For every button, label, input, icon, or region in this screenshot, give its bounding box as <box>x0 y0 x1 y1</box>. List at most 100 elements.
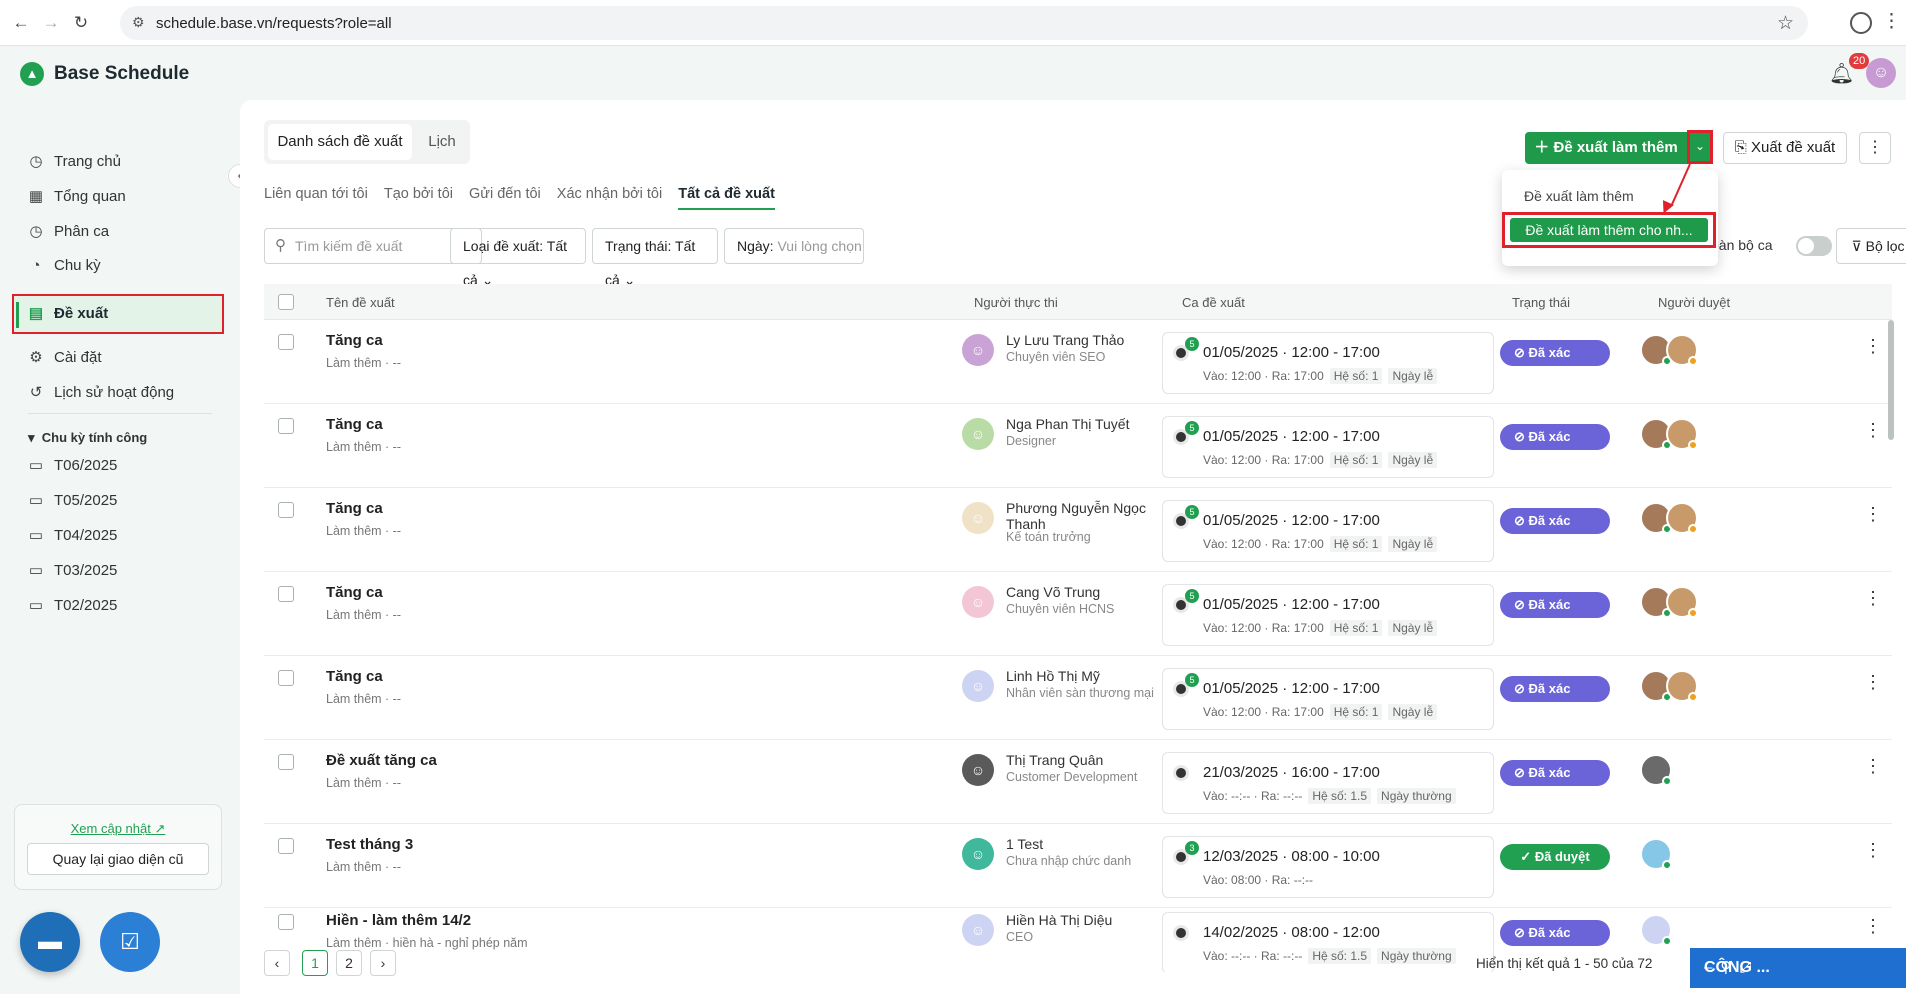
bookmark-star-icon[interactable]: ☆ <box>1777 12 1794 35</box>
address-bar[interactable]: ⚙ schedule.base.vn/requests?role=all ☆ <box>120 6 1808 40</box>
sidebar-item-shifts[interactable]: ◷ Phân ca <box>28 222 109 241</box>
widget-actions-icon[interactable]: –⚲⤢ <box>1704 958 1892 976</box>
table-row[interactable]: Tăng ca Làm thêm · -- ☺ Nga Phan Thị Tuyết D… <box>264 404 1892 488</box>
select-all-checkbox[interactable] <box>278 294 294 310</box>
sidebar-footer: Xem cập nhật ↗ Quay lại giao diện cũ <box>14 804 222 890</box>
row-checkbox[interactable] <box>278 670 294 686</box>
status-badge: ✓ Đã duyệt <box>1500 844 1610 870</box>
page-1[interactable]: 1 <box>302 950 328 976</box>
row-checkbox[interactable] <box>278 334 294 350</box>
table-row[interactable]: Test tháng 3 Làm thêm · -- ☺ 1 Test Chưa nhậ… <box>264 824 1892 908</box>
sidebar-item-label: Chu kỳ <box>54 257 101 274</box>
cong-widget[interactable]: CÔNG ... –⚲⤢ <box>1690 948 1906 988</box>
next-page-icon[interactable]: › <box>370 950 396 976</box>
back-icon[interactable]: ← <box>10 12 32 34</box>
shift-time: 12/03/2025 · 08:00 - 10:00 <box>1203 848 1380 865</box>
request-title[interactable]: Tăng ca <box>326 500 383 517</box>
sidebar-period-item[interactable]: ▭ T03/2025 <box>28 561 117 580</box>
tab-calendar[interactable]: Lịch <box>418 124 466 160</box>
request-title[interactable]: Tăng ca <box>326 584 383 601</box>
sidebar-item-label: Tổng quan <box>54 187 126 205</box>
status-filter-dropdown[interactable]: Trạng thái: Tất cả ⌄ <box>592 228 718 288</box>
request-title[interactable]: Tăng ca <box>326 416 383 433</box>
date-filter-placeholder: Vui lòng chọn <box>777 238 862 254</box>
row-checkbox[interactable] <box>278 914 294 930</box>
site-settings-icon[interactable]: ⚙ <box>132 14 145 31</box>
task-icon[interactable]: ☑ <box>100 912 160 972</box>
chevron-down-icon: ⌄ <box>1694 139 1706 153</box>
request-title[interactable]: Test tháng 3 <box>326 836 413 853</box>
user-avatar[interactable]: ☺ <box>1866 58 1896 88</box>
sidebar-period-item[interactable]: ▭ T02/2025 <box>28 596 118 615</box>
old-ui-button[interactable]: Quay lại giao diện cũ <box>27 843 209 875</box>
tab-list[interactable]: Danh sách đề xuất <box>268 124 412 160</box>
row-more-icon[interactable]: ⋮ <box>1864 756 1882 777</box>
add-overtime-dropdown-toggle[interactable]: ⌄ <box>1687 130 1713 164</box>
request-title[interactable]: Tăng ca <box>326 668 383 685</box>
row-more-icon[interactable]: ⋮ <box>1864 420 1882 441</box>
more-options-icon[interactable]: ⋮ <box>1859 132 1891 164</box>
request-subtitle: Làm thêm · -- <box>326 440 402 454</box>
executor-name: 1 Test <box>1006 836 1044 852</box>
row-checkbox[interactable] <box>278 418 294 434</box>
update-link[interactable]: Xem cập nhật ↗ <box>15 821 221 837</box>
executor-role: Nhân viên sàn thương mại <box>1006 686 1154 700</box>
request-title[interactable]: Đề xuất tăng ca <box>326 752 437 769</box>
sidebar-item-history[interactable]: ↺ Lịch sử hoạt động <box>28 383 174 402</box>
col-approver: Người duyệt <box>1658 295 1731 310</box>
menu-item-overtime-for-others[interactable]: Đề xuất làm thêm cho nh... <box>1510 218 1708 242</box>
row-more-icon[interactable]: ⋮ <box>1864 588 1882 609</box>
sidebar-section-header[interactable]: ▾ Chu kỳ tính công <box>28 430 147 446</box>
tab-sent-to-me[interactable]: Gửi đến tôi <box>469 186 541 210</box>
sidebar-item-requests[interactable]: ▤ Đề xuất <box>28 304 108 323</box>
table-row[interactable]: Tăng ca Làm thêm · -- ☺ Linh Hồ Thị Mỹ Nhân … <box>264 656 1892 740</box>
filter-button[interactable]: ⊽ Bộ lọc <box>1836 228 1906 264</box>
request-title[interactable]: Hiền - làm thêm 14/2 <box>326 912 471 929</box>
export-button[interactable]: ⎘ Xuất đề xuất <box>1723 132 1847 164</box>
table-scrollbar[interactable] <box>1888 320 1894 440</box>
page-2[interactable]: 2 <box>336 950 362 976</box>
shift-card: 14/02/2025 · 08:00 - 12:00 Vào: --:-- · R… <box>1162 912 1494 972</box>
row-checkbox[interactable] <box>278 838 294 854</box>
prev-page-icon[interactable]: ‹ <box>264 950 290 976</box>
sidebar-period-item[interactable]: ▭ T06/2025 <box>28 456 117 475</box>
menu-item-overtime[interactable]: Đề xuất làm thêm <box>1524 188 1634 204</box>
sidebar-item-settings[interactable]: ⚙ Cài đặt <box>28 348 101 367</box>
tab-all-requests[interactable]: Tất cả đề xuất <box>678 186 775 210</box>
chat-icon[interactable]: ▬ <box>20 912 80 972</box>
browser-menu-icon[interactable]: ⋮ <box>1882 10 1901 33</box>
table-row[interactable]: Đề xuất tăng ca Làm thêm · -- ☺ Thị Trang Q… <box>264 740 1892 824</box>
browser-profile-icon[interactable] <box>1850 12 1872 34</box>
shift-coef: Hệ số: 1 <box>1329 452 1383 468</box>
tab-created-by-me[interactable]: Tạo bởi tôi <box>384 186 453 210</box>
sidebar-period-item[interactable]: ▭ T04/2025 <box>28 526 117 545</box>
shift-coef: Hệ số: 1 <box>1329 368 1383 384</box>
row-more-icon[interactable]: ⋮ <box>1864 916 1882 937</box>
sidebar-item-home[interactable]: ◷ Trang chủ <box>28 152 121 171</box>
sidebar-item-cycle[interactable]: ◔ Chu kỳ <box>28 257 101 274</box>
forward-icon[interactable]: → <box>40 12 62 34</box>
row-checkbox[interactable] <box>278 586 294 602</box>
date-filter-input[interactable]: Ngày: Vui lòng chọn <box>724 228 864 264</box>
sidebar-section-label: Chu kỳ tính công <box>41 430 148 445</box>
sidebar-period-item[interactable]: ▭ T05/2025 <box>28 491 117 510</box>
table-row[interactable]: Tăng ca Làm thêm · -- ☺ Ly Lưu Trang Thảo Ch… <box>264 320 1892 404</box>
tab-related[interactable]: Liên quan tới tôi <box>264 186 368 210</box>
tab-confirmed-by-me[interactable]: Xác nhận bởi tôi <box>557 186 662 210</box>
request-title[interactable]: Tăng ca <box>326 332 383 349</box>
period-label: T02/2025 <box>54 596 118 614</box>
shift-detail: Vào: 12:00 · Ra: 17:00 Hệ số: 1 Ngày lễ <box>1203 368 1438 384</box>
row-more-icon[interactable]: ⋮ <box>1864 336 1882 357</box>
sidebar-item-overview[interactable]: ▦ Tổng quan <box>28 187 126 206</box>
row-more-icon[interactable]: ⋮ <box>1864 840 1882 861</box>
reload-icon[interactable]: ↻ <box>70 12 92 34</box>
type-filter-dropdown[interactable]: Loại đề xuất: Tất cả ⌄ <box>450 228 586 288</box>
add-overtime-button[interactable]: ＋ Đề xuất làm thêm <box>1525 132 1687 164</box>
row-checkbox[interactable] <box>278 754 294 770</box>
row-checkbox[interactable] <box>278 502 294 518</box>
all-shifts-toggle[interactable] <box>1796 236 1832 256</box>
table-row[interactable]: Tăng ca Làm thêm · -- ☺ Phương Nguyễn Ngọc … <box>264 488 1892 572</box>
row-more-icon[interactable]: ⋮ <box>1864 672 1882 693</box>
table-row[interactable]: Tăng ca Làm thêm · -- ☺ Cang Võ Trung Chuyên… <box>264 572 1892 656</box>
row-more-icon[interactable]: ⋮ <box>1864 504 1882 525</box>
